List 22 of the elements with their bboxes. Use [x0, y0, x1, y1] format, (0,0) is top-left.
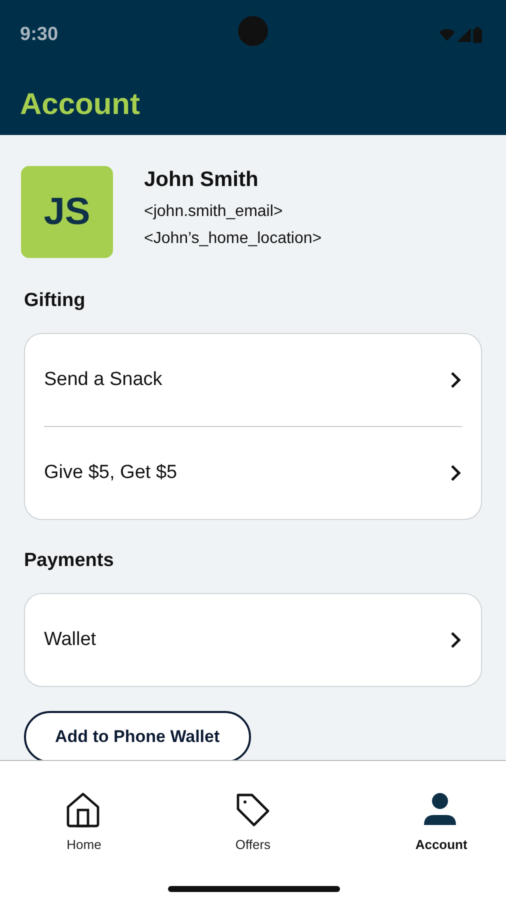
nav-tab[interactable]: Account: [415, 791, 468, 852]
status-time: 9:30: [20, 24, 58, 46]
chevron-right-icon: [450, 464, 462, 482]
user-location: <John’s_home_location>: [144, 229, 322, 249]
menu-row[interactable]: Wallet: [44, 594, 462, 686]
signal-icon: [457, 28, 471, 42]
user-email: <john.smith_email>: [144, 202, 284, 222]
section-heading: Payments: [24, 550, 115, 572]
user-name: John Smith: [144, 168, 260, 192]
section-heading: Gifting: [24, 290, 86, 312]
camera-cutout: [238, 16, 268, 46]
chevron-right-icon: [450, 631, 462, 649]
chevron-right-icon: [450, 371, 462, 389]
menu-row[interactable]: Give $5, Get $5: [44, 426, 462, 519]
battery-icon: [473, 27, 482, 43]
add-to-wallet-button[interactable]: Add to Phone Wallet: [24, 711, 251, 760]
menu-row[interactable]: Send a Snack: [44, 334, 462, 426]
avatar-initials: JS: [21, 166, 113, 258]
nav-tab[interactable]: Offers: [234, 791, 272, 852]
nav-tab[interactable]: Home: [65, 791, 103, 852]
wifi-icon: [439, 29, 455, 41]
page-title: Account: [19, 87, 141, 123]
